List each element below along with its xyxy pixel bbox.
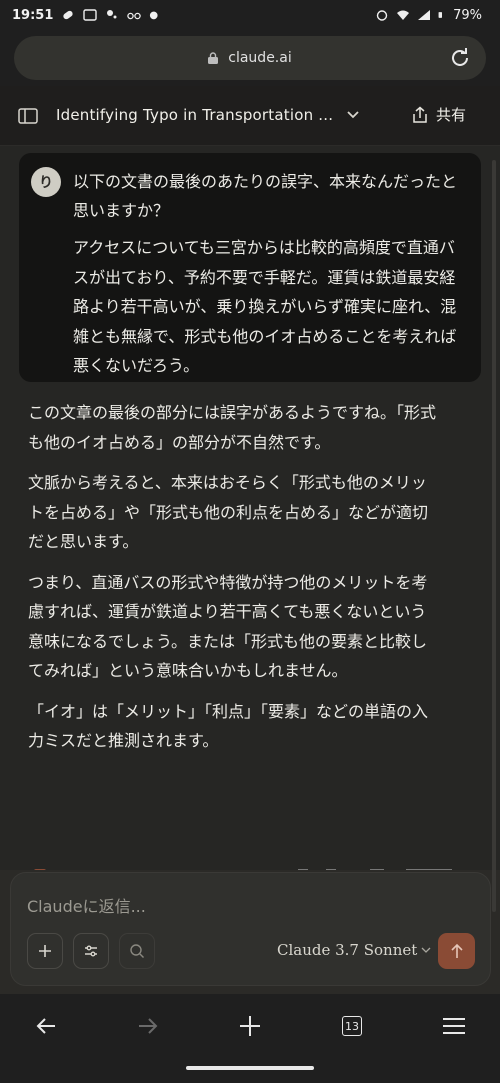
- browser-bottom-nav: 13: [0, 994, 500, 1083]
- assistant-reply: この文章の最後の部分には誤字があるようですね。「形式も他のイオ占める」の部分が不…: [28, 398, 442, 767]
- tabs-button[interactable]: 13: [338, 1012, 366, 1040]
- message-actions-row: [26, 860, 466, 870]
- calendar-icon: [83, 9, 98, 21]
- reply-paragraph: 「イオ」は「メリット」「利点」「要素」などの単語の入力ミスだと推測されます。: [28, 701, 429, 751]
- model-name: Claude 3.7 Sonnet: [277, 941, 418, 959]
- search-icon: [130, 944, 144, 958]
- new-tab-button[interactable]: [236, 1012, 264, 1040]
- url-bar[interactable]: claude.ai: [14, 36, 486, 80]
- browser-toolbar: claude.ai: [0, 30, 500, 86]
- tools-button[interactable]: [73, 933, 109, 969]
- conversation-area: り 以下の文書の最後のあたりの誤字、本来なんだったと思いますか？ アクセスについ…: [0, 146, 500, 870]
- arrow-up-icon: [450, 943, 463, 958]
- back-button[interactable]: [32, 1012, 60, 1040]
- glasses-icon: [127, 12, 142, 20]
- menu-icon: [443, 1018, 465, 1034]
- user-quoted-text: アクセスについても三宮からは比較的高頻度で直通バスが出ており、予約不要で手軽だ。…: [73, 238, 457, 375]
- battery-percent: 79%: [453, 7, 482, 23]
- model-selector[interactable]: Claude 3.7 Sonnet: [277, 941, 431, 959]
- reply-input[interactable]: Claudeに返信...: [27, 893, 146, 917]
- forward-arrow-icon: [139, 1018, 158, 1034]
- chat-header: Identifying Typo in Transportation ... 共…: [0, 86, 500, 146]
- weather-icon: [107, 10, 117, 19]
- reply-paragraph: 文脈から考えると、本来はおそらく「形式も他のメリットを占める」や「形式も他の利点…: [28, 473, 429, 551]
- composer: Claudeに返信... Claude 3.7 Sonnet: [10, 872, 491, 986]
- status-bar: 19:51 ● 79%: [0, 0, 500, 30]
- forward-button[interactable]: [134, 1012, 162, 1040]
- share-icon: [413, 106, 427, 123]
- tab-count: 13: [342, 1016, 362, 1036]
- send-button[interactable]: [438, 933, 475, 969]
- signal-icon: [418, 10, 431, 20]
- research-button[interactable]: [119, 933, 155, 969]
- share-button[interactable]: 共有: [412, 104, 466, 125]
- plus-icon: [240, 1016, 260, 1036]
- sliders-icon: [85, 945, 97, 957]
- plus-icon: [39, 945, 51, 957]
- avatar: り: [31, 167, 61, 197]
- status-time: 19:51: [12, 7, 54, 23]
- pill-icon: [63, 10, 74, 20]
- reply-paragraph: この文章の最後の部分には誤字があるようですね。「形式も他のイオ占める」の部分が不…: [28, 403, 437, 452]
- sidebar-icon[interactable]: [18, 108, 38, 124]
- lock-icon: [208, 52, 219, 64]
- alarm-icon: [376, 10, 388, 21]
- url-text: claude.ai: [228, 50, 292, 66]
- share-label: 共有: [435, 106, 466, 124]
- reply-paragraph: つまり、直通バスの形式や特徴が持つ他のメリットを考慮すれば、運賃が鉄道より若干高…: [28, 572, 428, 681]
- user-message: り 以下の文書の最後のあたりの誤字、本来なんだったと思いますか？ アクセスについ…: [19, 153, 481, 382]
- back-arrow-icon: [36, 1018, 55, 1034]
- wifi-icon: [397, 10, 410, 20]
- chevron-down-icon[interactable]: [346, 110, 360, 120]
- chat-title[interactable]: Identifying Typo in Transportation ...: [56, 106, 338, 124]
- menu-button[interactable]: [440, 1012, 468, 1040]
- add-button[interactable]: [27, 933, 63, 969]
- home-indicator[interactable]: [186, 1066, 314, 1070]
- user-question: 以下の文書の最後のあたりの誤字、本来なんだったと思いますか？: [73, 172, 458, 220]
- reload-icon[interactable]: [448, 46, 472, 70]
- battery-icon: [438, 12, 443, 18]
- clipped-actions-icon: [34, 869, 452, 870]
- dot-icon: ●: [149, 9, 159, 21]
- chevron-down-icon: [421, 947, 431, 953]
- scrollbar[interactable]: [492, 160, 496, 912]
